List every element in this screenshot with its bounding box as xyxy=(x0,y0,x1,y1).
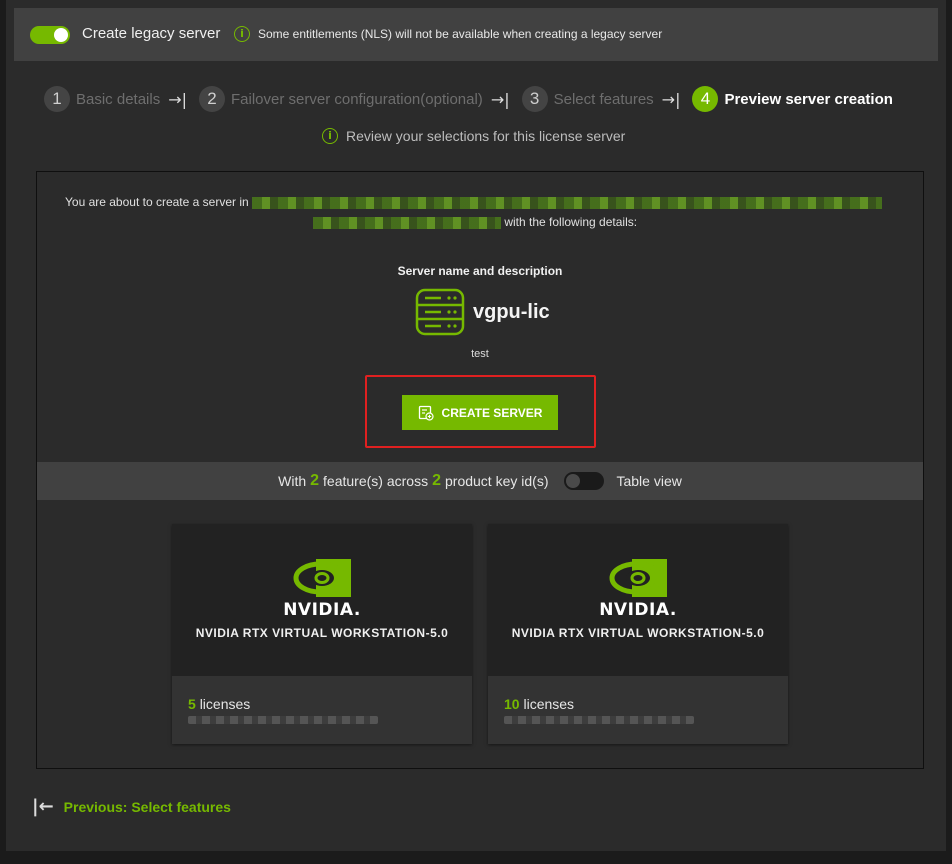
card-title: NVIDIA RTX VIRTUAL WORKSTATION-5.0 xyxy=(511,626,765,640)
features-mid: feature(s) across xyxy=(323,473,429,489)
redacted-org-cont xyxy=(313,216,501,229)
server-summary: vgpu-lic xyxy=(415,288,550,336)
step-preview[interactable]: 4 Preview server creation xyxy=(692,86,893,112)
step-arrow-icon: →| xyxy=(490,89,510,109)
server-name: vgpu-lic xyxy=(473,300,550,323)
nvidia-eye-icon xyxy=(488,558,788,603)
card-header: NVIDIA. NVIDIA RTX VIRTUAL WORKSTATION-5… xyxy=(488,524,788,676)
step-number: 3 xyxy=(521,86,548,112)
step-label: Basic details xyxy=(76,90,161,108)
redacted-product-key xyxy=(188,716,378,724)
step-label: Select features xyxy=(553,90,654,108)
step-label: Preview server creation xyxy=(724,90,893,108)
license-label: licenses xyxy=(199,696,251,712)
legacy-info-text: Some entitlements (NLS) will not be avai… xyxy=(258,27,663,41)
step-basic-details[interactable]: 1 Basic details xyxy=(44,86,160,112)
step-number: 4 xyxy=(692,86,719,112)
back-arrow-icon: |← xyxy=(32,796,54,817)
license-number: 5 xyxy=(188,696,196,712)
card-title: NVIDIA RTX VIRTUAL WORKSTATION-5.0 xyxy=(195,626,449,640)
nvidia-eye-icon xyxy=(172,558,472,603)
stepper: 1 Basic details →| 2 Failover server con… xyxy=(44,86,893,112)
main-frame: Create legacy server i Some entitlements… xyxy=(6,0,946,851)
license-count: 5 licenses xyxy=(188,696,250,712)
license-label: licenses xyxy=(523,696,575,712)
review-text: Review your selections for this license … xyxy=(346,128,626,144)
table-view-label: Table view xyxy=(616,473,682,489)
server-section-title: Server name and description xyxy=(397,264,563,278)
feature-card[interactable]: NVIDIA. NVIDIA RTX VIRTUAL WORKSTATION-5… xyxy=(488,524,788,744)
previous-link-label: Previous: Select features xyxy=(63,798,231,815)
features-suffix: product key id(s) xyxy=(445,473,549,489)
server-description: test xyxy=(471,348,489,360)
intro-text: You are about to create a server in with… xyxy=(65,192,895,232)
review-hint: i Review your selections for this licens… xyxy=(322,128,625,144)
step-failover[interactable]: 2 Failover server configuration(optional… xyxy=(199,86,483,112)
redacted-product-key xyxy=(504,716,694,724)
step-number: 2 xyxy=(199,86,226,112)
preview-panel: You are about to create a server in with… xyxy=(36,171,924,769)
legacy-info: i Some entitlements (NLS) will not be av… xyxy=(234,26,662,42)
redacted-org xyxy=(252,196,883,209)
server-icon xyxy=(415,288,465,336)
intro-suffix: with the following details: xyxy=(504,215,638,229)
step-arrow-icon: →| xyxy=(661,89,681,109)
features-prefix: With xyxy=(278,473,307,489)
info-icon: i xyxy=(322,128,338,144)
nvidia-logo-text: NVIDIA. xyxy=(283,600,361,620)
create-server-button[interactable]: CREATE SERVER xyxy=(402,395,558,430)
table-view-toggle[interactable] xyxy=(564,472,605,490)
create-server-label: CREATE SERVER xyxy=(441,405,543,420)
license-count: 10 licenses xyxy=(504,696,574,712)
product-key-count: 2 xyxy=(432,472,441,489)
step-number: 1 xyxy=(44,86,70,112)
feature-count: 2 xyxy=(310,472,320,489)
license-number: 10 xyxy=(504,696,520,712)
features-summary-bar: With 2 feature(s) across 2 product key i… xyxy=(37,462,923,500)
intro-prefix: You are about to create a server in xyxy=(65,195,249,209)
card-header: NVIDIA. NVIDIA RTX VIRTUAL WORKSTATION-5… xyxy=(172,524,472,676)
legacy-server-bar: Create legacy server i Some entitlements… xyxy=(14,8,938,61)
step-select-features[interactable]: 3 Select features xyxy=(521,86,654,112)
nvidia-logo-text: NVIDIA. xyxy=(599,600,677,620)
step-label: Failover server configuration(optional) xyxy=(231,90,483,108)
legacy-server-title: Create legacy server xyxy=(82,25,221,42)
server-add-icon xyxy=(418,405,434,421)
step-arrow-icon: →| xyxy=(168,89,188,109)
legacy-server-toggle[interactable] xyxy=(30,26,70,44)
feature-card[interactable]: NVIDIA. NVIDIA RTX VIRTUAL WORKSTATION-5… xyxy=(172,524,472,744)
previous-link[interactable]: |← Previous: Select features xyxy=(32,796,231,817)
info-icon: i xyxy=(234,26,250,42)
